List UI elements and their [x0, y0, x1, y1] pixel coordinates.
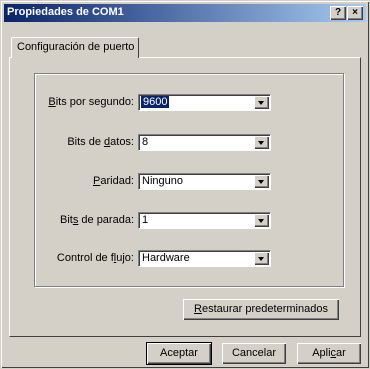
- chevron-down-icon[interactable]: [254, 136, 269, 149]
- tab-label: Configuración de puerto: [17, 41, 135, 53]
- bits-per-second-value: 9600: [141, 96, 170, 108]
- chevron-down-icon[interactable]: [254, 214, 269, 227]
- chevron-down-icon[interactable]: [254, 252, 269, 265]
- apply-button[interactable]: Aplicar: [297, 343, 361, 364]
- data-bits-label: Bits de datos:: [67, 136, 134, 148]
- tab-configuracion-de-puerto[interactable]: Configuración de puerto: [11, 37, 139, 58]
- restore-defaults-button[interactable]: Restaurar predeterminados: [183, 299, 339, 320]
- flow-control-select[interactable]: Hardware: [138, 250, 271, 267]
- data-bits-value: 8: [142, 136, 149, 148]
- parity-label: Paridad:: [93, 175, 134, 187]
- data-bits-select[interactable]: 8: [138, 134, 271, 151]
- accept-button[interactable]: Aceptar: [147, 343, 211, 364]
- parity-value: Ninguno: [142, 175, 183, 187]
- stop-bits-label: Bits de parada:: [60, 214, 134, 226]
- cancel-button[interactable]: Cancelar: [222, 343, 286, 364]
- flow-control-label: Control de flujo:: [56, 252, 134, 264]
- bits-per-second-label: Bits por segundo:: [48, 96, 134, 108]
- stop-bits-value: 1: [142, 214, 149, 226]
- parity-select[interactable]: Ninguno: [138, 173, 271, 190]
- help-button[interactable]: ?: [330, 6, 346, 20]
- window-title: Propiedades de COM1: [7, 6, 124, 18]
- flow-control-value: Hardware: [142, 252, 190, 264]
- bits-per-second-select[interactable]: 9600: [138, 94, 271, 111]
- close-button[interactable]: ×: [347, 6, 363, 20]
- chevron-down-icon[interactable]: [254, 96, 269, 109]
- stop-bits-select[interactable]: 1: [138, 212, 271, 229]
- title-bar[interactable]: Propiedades de COM1 ? ×: [4, 4, 366, 22]
- chevron-down-icon[interactable]: [254, 175, 269, 188]
